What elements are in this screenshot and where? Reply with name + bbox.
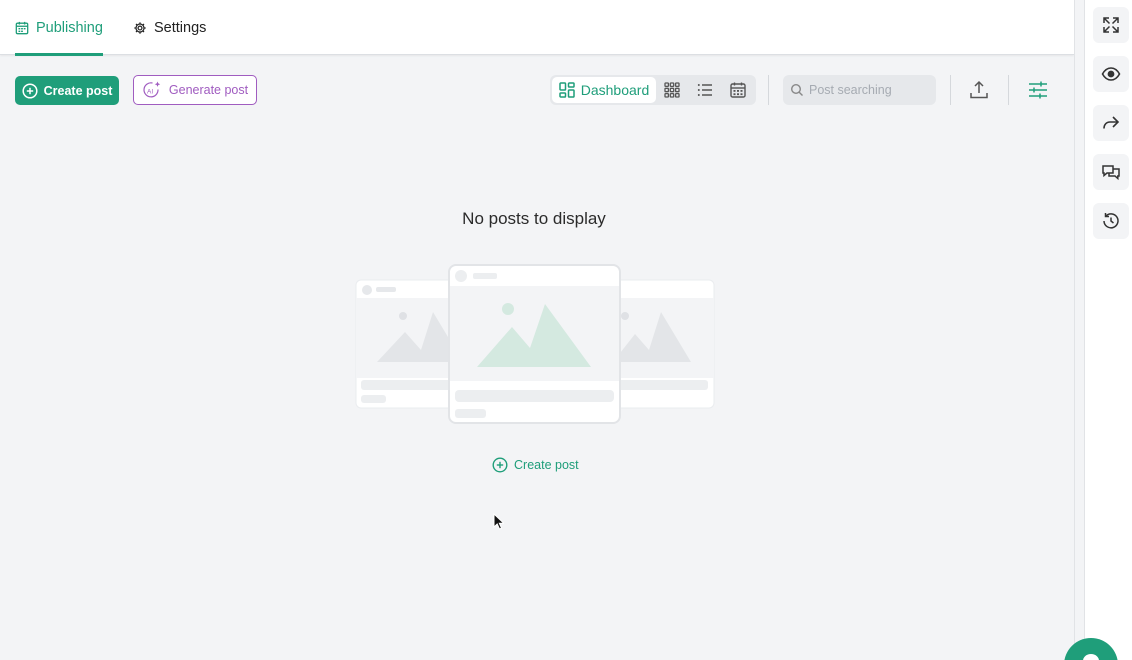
toolbar-divider	[1008, 75, 1009, 105]
list-icon[interactable]	[696, 81, 714, 99]
share-button[interactable]	[1093, 105, 1129, 141]
expand-button[interactable]	[1093, 7, 1129, 43]
eye-icon	[1101, 67, 1121, 81]
calendar-view-icon[interactable]	[729, 81, 747, 99]
generate-post-label: Generate post	[168, 83, 249, 97]
post-search-input[interactable]	[809, 83, 929, 97]
create-post-button[interactable]: Create post	[15, 76, 119, 105]
toolbar-divider	[950, 75, 951, 105]
toolbar-divider	[768, 75, 769, 105]
share-icon	[1103, 116, 1120, 129]
search-icon	[790, 83, 803, 96]
upload-icon[interactable]	[967, 78, 991, 102]
svg-text:AI: AI	[147, 89, 153, 96]
calendar-icon	[15, 21, 29, 34]
right-tool-rail	[1084, 0, 1132, 660]
view-dashboard-button[interactable]: Dashboard	[552, 77, 656, 103]
rail-divider	[1074, 0, 1084, 660]
plus-circle-icon	[492, 457, 508, 473]
dashboard-icon	[559, 82, 575, 98]
gear-icon	[134, 21, 146, 34]
ai-sparkle-icon: AI	[143, 81, 161, 98]
view-dashboard-label: Dashboard	[580, 82, 650, 98]
history-button[interactable]	[1093, 203, 1129, 239]
generate-post-button[interactable]: AI Generate post	[133, 75, 257, 105]
comments-button[interactable]	[1093, 154, 1129, 190]
plus-circle-icon	[22, 82, 38, 99]
history-icon	[1103, 213, 1119, 229]
preview-button[interactable]	[1093, 56, 1129, 92]
grid-icon[interactable]	[663, 81, 681, 99]
expand-icon	[1103, 17, 1119, 33]
tab-settings[interactable]: Settings	[133, 0, 206, 55]
post-search[interactable]	[783, 75, 936, 105]
top-tab-bar: Publishing Settings	[0, 0, 1074, 56]
view-switcher: Dashboard	[550, 75, 756, 105]
filter-sliders-icon[interactable]	[1026, 78, 1050, 102]
tab-publishing-label: Publishing	[36, 19, 103, 36]
empty-state-create-post-link[interactable]: Create post	[492, 457, 579, 473]
empty-state-create-post-label: Create post	[514, 458, 579, 472]
tab-publishing[interactable]: Publishing	[15, 0, 103, 56]
main-area: Publishing Settings Create post AI Gener…	[0, 0, 1074, 660]
comments-icon	[1102, 165, 1120, 181]
create-post-label: Create post	[43, 83, 113, 98]
empty-state-title: No posts to display	[462, 209, 606, 228]
empty-posts-illustration	[355, 264, 715, 424]
tab-settings-label: Settings	[154, 19, 207, 36]
mouse-cursor-icon	[493, 513, 504, 530]
